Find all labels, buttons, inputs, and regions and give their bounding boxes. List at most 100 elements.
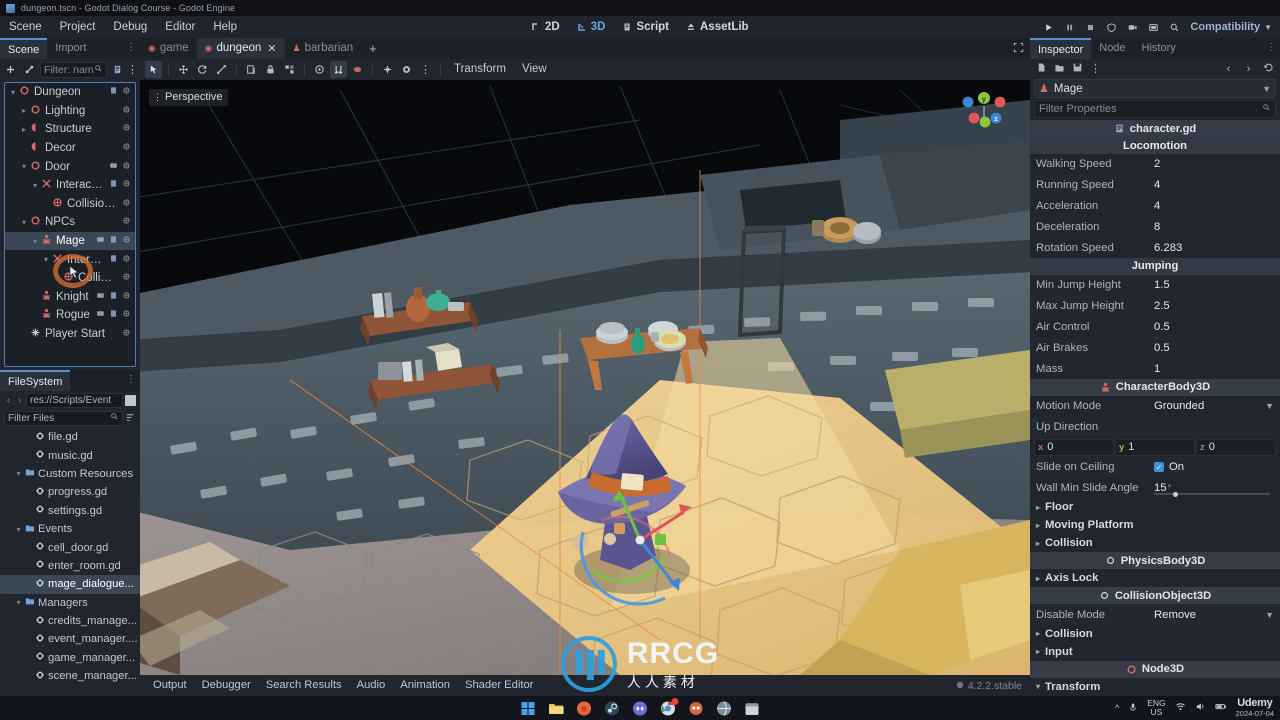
inspector-subsection-collision[interactable]: ▸ Collision (1030, 534, 1280, 552)
movie-camera-icon[interactable] (1123, 18, 1142, 37)
scene-tree-item-mage[interactable]: ▾ Mage (5, 231, 135, 251)
bottom-tab-shader-editor[interactable]: Shader Editor (458, 677, 540, 694)
chrome-icon[interactable] (660, 697, 679, 717)
chevron-right-icon[interactable]: ▸ (19, 106, 29, 115)
anim-icon[interactable] (96, 309, 105, 321)
chevron-down-icon[interactable]: ▾ (8, 88, 18, 97)
scene-tab-barbarian[interactable]: ♟ barbarian (285, 38, 362, 59)
inspector-property-air-control[interactable]: Air Control 0.5 (1030, 317, 1280, 338)
script-icon[interactable] (109, 235, 118, 247)
chevron-right-icon[interactable]: ▸ (1034, 629, 1042, 638)
filesystem-filter-input[interactable]: Filter Files (4, 411, 123, 426)
scene-tree-item-collisionsha[interactable]: CollisionSha... (5, 269, 135, 288)
filesystem-item-event-manager[interactable]: event_manager.... (0, 630, 140, 648)
slider-knob[interactable] (1173, 491, 1179, 497)
windows-start-icon[interactable] (520, 700, 537, 717)
slider-track[interactable] (1154, 492, 1270, 495)
filesystem-item-file-gd[interactable]: file.gd (0, 428, 140, 446)
kebab-menu-icon[interactable]: ⋮ (1266, 42, 1276, 53)
chevron-down-icon[interactable]: ▾ (30, 237, 40, 246)
play-icon[interactable] (1039, 18, 1058, 37)
bottom-tab-audio[interactable]: Audio (350, 677, 393, 694)
plus-icon[interactable] (3, 62, 18, 78)
filesystem-item-settings-gd[interactable]: settings.gd (0, 502, 140, 520)
property-value[interactable]: 0.5 (1154, 342, 1274, 354)
inspector-property-air-brakes[interactable]: Air Brakes 0.5 (1030, 337, 1280, 359)
inspector-property-mass[interactable]: Mass 1 (1030, 358, 1280, 379)
menu-editor[interactable]: Editor (156, 16, 204, 38)
script-icon[interactable] (110, 62, 125, 78)
visibility-icon[interactable] (122, 309, 131, 321)
filesystem-item-custom-resources[interactable]: ▾ Custom Resources (0, 465, 140, 483)
scene-filter-input[interactable]: Filter: nam (39, 61, 107, 78)
property-value[interactable]: Remove ▼ (1154, 609, 1274, 621)
visibility-icon[interactable] (122, 161, 131, 173)
file-explorer-icon[interactable] (548, 700, 565, 717)
inspector-vector3-field[interactable]: x0y1z0 (1030, 438, 1280, 457)
chevron-down-icon[interactable]: ▼ (1262, 84, 1271, 94)
vector-y-field[interactable]: y1 (1115, 438, 1195, 456)
link-icon[interactable] (21, 62, 36, 78)
mode-button-script[interactable]: Script (615, 19, 676, 35)
3d-viewport-canvas[interactable]: ⋮ Perspective y z (140, 80, 1030, 675)
inspector-property-running-speed[interactable]: Running Speed 4 (1030, 174, 1280, 196)
chevron-left-icon[interactable]: ‹ (1222, 63, 1235, 75)
inspector-subsection-axis-lock[interactable]: ▸ Axis Lock (1030, 569, 1280, 587)
inspector-property-deceleration[interactable]: Deceleration 8 (1030, 216, 1280, 238)
dock-tab-filesystem[interactable]: FileSystem (0, 370, 71, 391)
calendar-icon[interactable] (744, 700, 761, 717)
local-space-icon[interactable] (330, 61, 347, 78)
inspector-subsection-collision[interactable]: ▸ Collision (1030, 625, 1280, 643)
anim-icon[interactable] (96, 291, 105, 303)
property-value[interactable]: 0.5 (1154, 321, 1274, 333)
vector-x-field[interactable]: x0 (1034, 438, 1114, 456)
scene-tree-item-knight[interactable]: Knight (5, 288, 135, 307)
scale-mode-icon[interactable] (213, 61, 230, 78)
menu-help[interactable]: Help (204, 16, 246, 38)
anim-icon[interactable] (96, 235, 105, 247)
inspector-node-selector[interactable]: ♟ Mage ▼ (1034, 79, 1276, 98)
inspector-checkbox-slide-on-ceiling[interactable]: Slide on Ceiling ✓ On (1030, 456, 1280, 478)
inspector-category-collisionobject3d[interactable]: CollisionObject3D (1030, 587, 1280, 605)
kebab-menu-icon[interactable]: ⋮ (126, 374, 136, 385)
transform-menu-button[interactable]: Transform (447, 61, 513, 78)
godot-icon[interactable] (688, 700, 705, 717)
scene-tab-dungeon[interactable]: ◉ dungeon ✕ (196, 38, 285, 59)
mode-button-3d[interactable]: 3D (570, 19, 613, 35)
kebab-menu-icon[interactable]: ⋮ (1089, 62, 1102, 75)
kebab-menu-icon[interactable]: ⋮ (126, 42, 136, 53)
filesystem-item-enter-room-gd[interactable]: enter_room.gd (0, 557, 140, 575)
visibility-icon[interactable] (122, 179, 131, 191)
property-value[interactable]: 2.5 (1154, 300, 1274, 312)
add-scene-tab-button[interactable]: + (361, 38, 385, 59)
visibility-icon[interactable] (122, 86, 131, 98)
lock-icon[interactable] (262, 61, 279, 78)
scene-tree-item-player-start[interactable]: Player Start (5, 325, 135, 344)
chevron-down-icon[interactable]: ▼ (1265, 401, 1274, 411)
visibility-icon[interactable] (122, 198, 131, 210)
inspector-category-physicsbody3d[interactable]: PhysicsBody3D (1030, 552, 1280, 570)
bottom-tab-search-results[interactable]: Search Results (259, 677, 349, 694)
chevron-down-icon[interactable]: ▾ (14, 598, 23, 607)
inspector-property-rotation-speed[interactable]: Rotation Speed 6.283 (1030, 237, 1280, 258)
chevron-down-icon[interactable]: ▾ (19, 162, 29, 171)
scene-tree-item-interaction[interactable]: ▾ Interaction (5, 176, 135, 195)
clock-and-brand[interactable]: Udemy 2024-07-04 (1236, 698, 1274, 717)
sort-icon[interactable] (125, 412, 136, 426)
visibility-icon[interactable] (122, 254, 131, 266)
mode-button-2d[interactable]: 2D (524, 19, 567, 35)
load-resource-icon[interactable] (1053, 62, 1066, 76)
kebab-menu-icon[interactable]: ⋮ (153, 92, 162, 103)
rotate-mode-icon[interactable] (194, 61, 211, 78)
anim-icon[interactable] (109, 161, 118, 173)
browser-icon[interactable] (716, 700, 733, 717)
menu-project[interactable]: Project (51, 16, 105, 38)
volume-icon[interactable] (1195, 701, 1206, 714)
view-mode-icon[interactable] (398, 61, 415, 78)
bottom-tab-debugger[interactable]: Debugger (195, 677, 258, 694)
renderer-selector[interactable]: Compatibility ▼ (1186, 21, 1276, 33)
perspective-label[interactable]: ⋮ Perspective (149, 89, 229, 106)
property-value[interactable]: 2 (1154, 158, 1274, 170)
filesystem-item-scene-manager[interactable]: scene_manager... (0, 667, 140, 685)
chevron-down-icon[interactable]: ▾ (14, 469, 23, 478)
